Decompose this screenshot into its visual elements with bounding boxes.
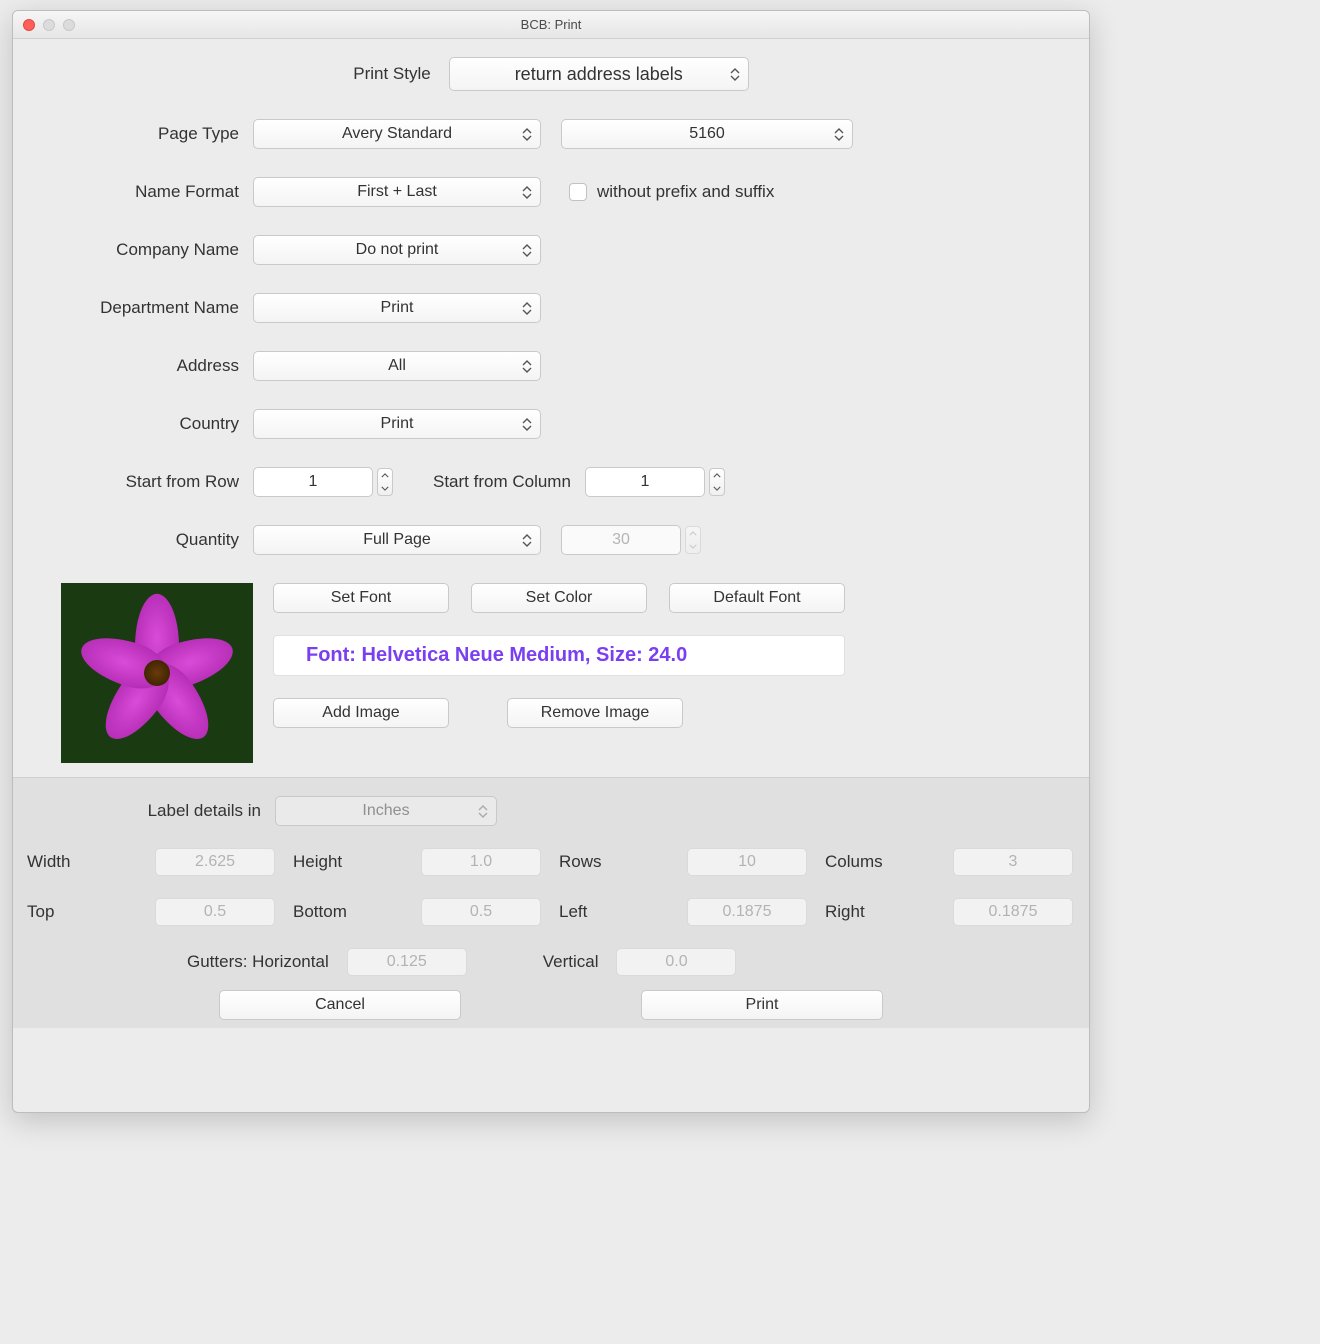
- default-font-button[interactable]: Default Font: [669, 583, 845, 613]
- start-row-input[interactable]: 1: [253, 467, 373, 497]
- without-prefix-checkbox[interactable]: [569, 183, 587, 201]
- titlebar: BCB: Print: [13, 11, 1089, 39]
- cols-value: 3: [953, 848, 1073, 876]
- gutter-v-label: Vertical: [543, 952, 599, 972]
- bottom-label: Bottom: [293, 902, 403, 922]
- quantity-select[interactable]: Full Page: [253, 525, 541, 555]
- top-label: Top: [27, 902, 137, 922]
- set-font-button[interactable]: Set Font: [273, 583, 449, 613]
- quantity-label: Quantity: [13, 530, 253, 550]
- name-format-label: Name Format: [13, 182, 253, 202]
- print-style-label: Print Style: [353, 64, 430, 84]
- label-details-in-label: Label details in: [27, 801, 275, 821]
- width-value: 2.625: [155, 848, 275, 876]
- page-vendor-value: Avery Standard: [342, 125, 452, 143]
- remove-image-button[interactable]: Remove Image: [507, 698, 683, 728]
- window-title: BCB: Print: [13, 17, 1089, 32]
- quantity-value: Full Page: [363, 531, 431, 549]
- left-label: Left: [559, 902, 669, 922]
- cols-label: Colums: [825, 852, 935, 872]
- country-value: Print: [381, 415, 414, 433]
- chevron-updown-icon: [522, 186, 532, 199]
- name-format-value: First + Last: [357, 183, 437, 201]
- height-label: Height: [293, 852, 403, 872]
- print-style-select[interactable]: return address labels: [449, 57, 749, 91]
- page-model-value: 5160: [689, 125, 725, 143]
- page-vendor-select[interactable]: Avery Standard: [253, 119, 541, 149]
- top-value: 0.5: [155, 898, 275, 926]
- page-type-label: Page Type: [13, 124, 253, 144]
- chevron-updown-icon: [522, 418, 532, 431]
- page-model-select[interactable]: 5160: [561, 119, 853, 149]
- bottom-value: 0.5: [421, 898, 541, 926]
- chevron-updown-icon: [522, 302, 532, 315]
- name-format-select[interactable]: First + Last: [253, 177, 541, 207]
- chevron-updown-icon: [478, 805, 488, 818]
- country-label: Country: [13, 414, 253, 434]
- start-row-label: Start from Row: [13, 472, 253, 492]
- department-name-value: Print: [381, 299, 414, 317]
- chevron-updown-icon: [730, 68, 740, 81]
- start-row-stepper[interactable]: [377, 468, 393, 496]
- print-style-value: return address labels: [515, 64, 683, 85]
- chevron-updown-icon: [834, 128, 844, 141]
- start-col-stepper[interactable]: [709, 468, 725, 496]
- right-value: 0.1875: [953, 898, 1073, 926]
- cancel-button[interactable]: Cancel: [219, 990, 461, 1020]
- department-name-label: Department Name: [13, 298, 253, 318]
- address-select[interactable]: All: [253, 351, 541, 381]
- company-name-value: Do not print: [356, 241, 439, 259]
- height-value: 1.0: [421, 848, 541, 876]
- rows-value: 10: [687, 848, 807, 876]
- chevron-updown-icon: [522, 128, 532, 141]
- label-details-panel: Label details in Inches Width 2.625 Heig…: [13, 777, 1089, 1028]
- set-color-button[interactable]: Set Color: [471, 583, 647, 613]
- font-summary: Font: Helvetica Neue Medium, Size: 24.0: [278, 644, 840, 667]
- company-name-label: Company Name: [13, 240, 253, 260]
- address-value: All: [388, 357, 406, 375]
- country-select[interactable]: Print: [253, 409, 541, 439]
- department-name-select[interactable]: Print: [253, 293, 541, 323]
- add-image-button[interactable]: Add Image: [273, 698, 449, 728]
- chevron-updown-icon: [522, 534, 532, 547]
- gutter-h-value: 0.125: [347, 948, 467, 976]
- quantity-n-stepper: [685, 526, 701, 554]
- address-label: Address: [13, 356, 253, 376]
- without-prefix-label: without prefix and suffix: [597, 182, 774, 202]
- gutter-h-label: Gutters: Horizontal: [187, 952, 329, 972]
- print-dialog: BCB: Print Print Style return address la…: [12, 10, 1090, 1113]
- chevron-updown-icon: [522, 244, 532, 257]
- units-value: Inches: [362, 802, 409, 820]
- company-name-select[interactable]: Do not print: [253, 235, 541, 265]
- units-select: Inches: [275, 796, 497, 826]
- start-col-input[interactable]: 1: [585, 467, 705, 497]
- gutter-v-value: 0.0: [616, 948, 736, 976]
- image-preview: [61, 583, 253, 763]
- rows-label: Rows: [559, 852, 669, 872]
- left-value: 0.1875: [687, 898, 807, 926]
- right-label: Right: [825, 902, 935, 922]
- width-label: Width: [27, 852, 137, 872]
- quantity-n-input: 30: [561, 525, 681, 555]
- start-col-label: Start from Column: [433, 472, 571, 492]
- print-button[interactable]: Print: [641, 990, 883, 1020]
- chevron-updown-icon: [522, 360, 532, 373]
